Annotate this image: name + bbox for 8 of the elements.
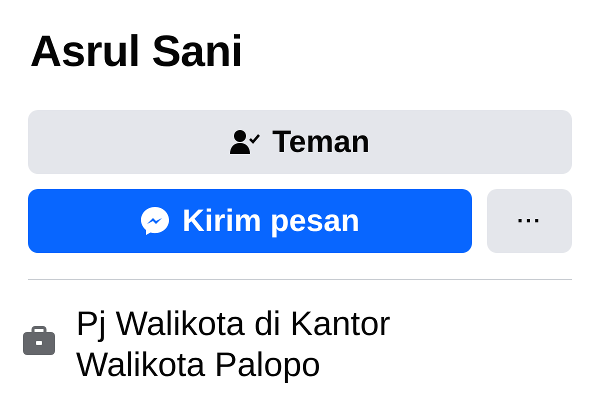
profile-name: Asrul Sani (30, 26, 244, 78)
more-button[interactable]: ··· (487, 189, 572, 253)
message-button[interactable]: Kirim pesan (28, 189, 472, 253)
friend-check-icon (230, 129, 260, 155)
briefcase-icon (22, 326, 56, 356)
messenger-icon (140, 206, 170, 236)
work-detail: Pj Walikota di Kantor Walikota Palopo (76, 304, 392, 386)
friends-button[interactable]: Teman (28, 110, 572, 174)
